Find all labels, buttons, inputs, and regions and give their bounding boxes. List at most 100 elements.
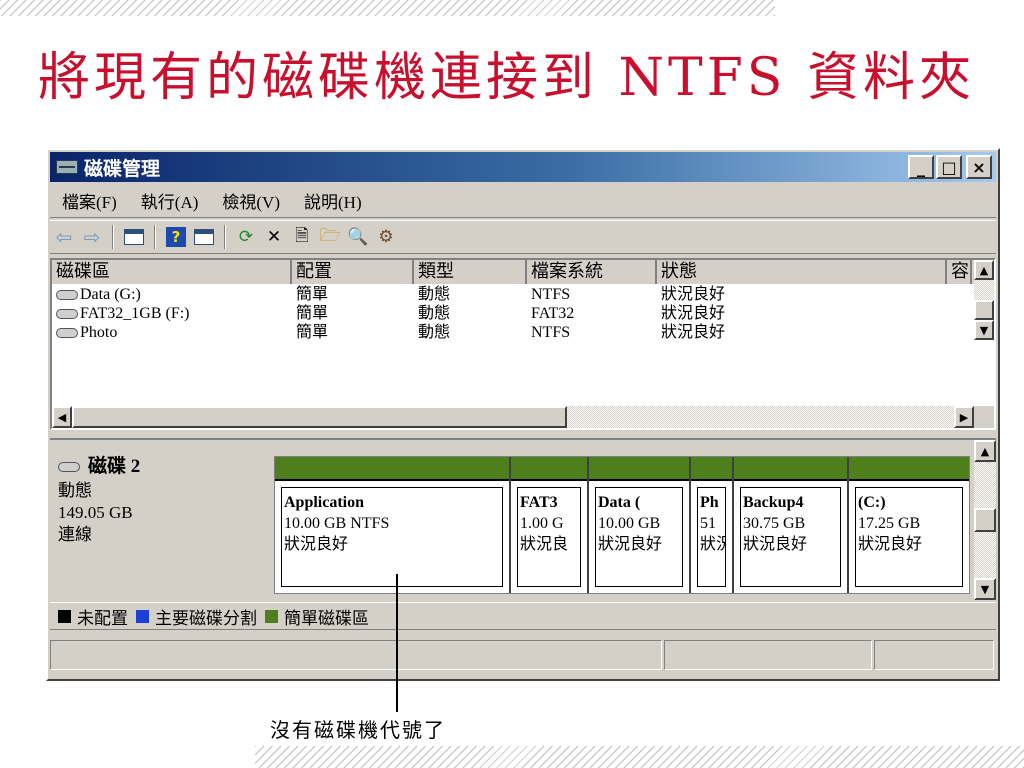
disk-size: 149.05 GB xyxy=(58,503,133,522)
drive-icon xyxy=(56,327,78,338)
partition-data[interactable]: Data ( 10.00 GB 狀況良好 xyxy=(589,457,691,593)
partition-status: 狀況良好 xyxy=(858,536,923,553)
partition-name: Ph xyxy=(700,494,719,511)
volume-list-vertical-scrollbar[interactable]: ▲ ▼ xyxy=(974,260,994,340)
window-icon[interactable] xyxy=(121,225,147,249)
disk-graph-pane: 磁碟 2 動態 149.05 GB 連線 Application 10.00 G… xyxy=(50,438,996,600)
refresh-icon[interactable]: ⟳ xyxy=(233,225,259,249)
volume-name: Photo xyxy=(80,324,118,341)
partition-detail: 30.75 GB xyxy=(743,515,806,532)
partition-fat32[interactable]: FAT3 1.00 G 狀況良 xyxy=(511,457,589,593)
volume-type: 動態 xyxy=(418,286,451,303)
volume-filesystem: NTFS xyxy=(531,286,571,303)
maximize-button[interactable]: □ xyxy=(936,155,962,179)
partition-detail: 1.00 G xyxy=(520,515,564,532)
drive-icon xyxy=(56,308,78,319)
minimize-button[interactable]: _ xyxy=(908,155,934,179)
partition-detail: 10.00 GB xyxy=(598,515,661,532)
scroll-down-icon[interactable]: ▼ xyxy=(974,578,996,600)
scroll-right-icon[interactable]: ▶ xyxy=(954,406,974,428)
settings-icon[interactable]: ⚙ xyxy=(373,225,399,249)
partition-status: 狀況良好 xyxy=(598,536,663,553)
menu-action[interactable]: 執行(A) xyxy=(129,188,211,213)
column-header-type[interactable]: 類型 xyxy=(414,260,527,284)
back-arrow-icon[interactable]: ⇦ xyxy=(51,225,77,249)
close-button[interactable]: × xyxy=(966,155,992,179)
partition-c[interactable]: (C:) 17.25 GB 狀況良好 xyxy=(849,457,969,593)
disk-state: 連線 xyxy=(58,525,92,544)
forward-arrow-icon[interactable]: ⇨ xyxy=(79,225,105,249)
volume-list: 磁碟區 配置 類型 檔案系統 狀態 容 Data (G:) 簡單 動態 NTFS… xyxy=(50,258,996,430)
properties-icon[interactable]: 🗎 xyxy=(289,225,315,249)
volume-row[interactable]: Photo 簡單 動態 NTFS 狀況良好 xyxy=(52,323,974,342)
partition-name: Data ( xyxy=(598,494,641,511)
legend-unallocated: 未配置 xyxy=(77,608,128,629)
partition-application[interactable]: Application 10.00 GB NTFS 狀況良好 xyxy=(275,457,511,593)
volume-filesystem: NTFS xyxy=(531,324,571,341)
title-bar[interactable]: 磁碟管理 _ □ × xyxy=(50,152,996,182)
column-header-status[interactable]: 狀態 xyxy=(657,260,947,284)
drive-icon xyxy=(56,289,78,300)
toolbar: ⇦ ⇨ ? ⟳ ✕ 🗎 🗁 🔍 ⚙ xyxy=(50,220,996,254)
menu-help[interactable]: 說明(H) xyxy=(292,188,374,213)
volume-status: 狀況良好 xyxy=(661,305,726,322)
volume-layout: 簡單 xyxy=(296,286,329,303)
volume-row[interactable]: Data (G:) 簡單 動態 NTFS 狀況良好 xyxy=(52,285,974,304)
scroll-thumb[interactable] xyxy=(72,406,567,428)
legend: 未配置 主要磁碟分割 簡單磁碟區 xyxy=(50,602,996,630)
help-icon[interactable]: ? xyxy=(163,225,189,249)
scroll-thumb[interactable] xyxy=(974,508,996,532)
legend-primary-partition: 主要磁碟分割 xyxy=(155,608,257,629)
column-header-layout[interactable]: 配置 xyxy=(292,260,414,284)
volume-list-horizontal-scrollbar[interactable]: ◀ ▶ xyxy=(52,406,974,428)
volume-list-header: 磁碟區 配置 類型 檔案系統 狀態 容 xyxy=(52,260,994,284)
disk-graph-vertical-scrollbar[interactable]: ▲ ▼ xyxy=(974,440,996,602)
volume-status: 狀況良好 xyxy=(661,324,726,341)
status-panel xyxy=(664,640,872,670)
partition-detail: 17.25 GB xyxy=(858,515,921,532)
scroll-left-icon[interactable]: ◀ xyxy=(52,406,72,428)
scroll-thumb[interactable] xyxy=(974,300,994,320)
partition-status: 狀況良好 xyxy=(284,536,349,553)
primary-partition-swatch xyxy=(136,609,149,623)
decorative-hatch-bottom xyxy=(255,746,1024,768)
window-title: 磁碟管理 xyxy=(84,157,161,180)
volume-layout: 簡單 xyxy=(296,324,329,341)
partition-photo[interactable]: Ph 51 狀況 xyxy=(691,457,734,593)
scroll-down-icon[interactable]: ▼ xyxy=(974,320,994,340)
open-folder-icon[interactable]: 🗁 xyxy=(317,225,343,249)
scroll-up-icon[interactable]: ▲ xyxy=(974,260,994,280)
status-bar xyxy=(50,638,996,672)
volume-type: 動態 xyxy=(418,324,451,341)
toolbar-separator xyxy=(154,225,156,249)
column-header-volume[interactable]: 磁碟區 xyxy=(52,260,292,284)
toolbar-separator xyxy=(112,225,114,249)
unallocated-swatch xyxy=(58,609,71,623)
menu-view[interactable]: 檢視(V) xyxy=(210,188,292,213)
volume-name: FAT32_1GB (F:) xyxy=(80,305,190,322)
partition-name: Backup4 xyxy=(743,494,804,511)
slide-title: 將現有的磁碟機連接到 NTFS 資料夾 xyxy=(38,48,975,108)
partition-name: (C:) xyxy=(858,494,886,511)
scroll-up-icon[interactable]: ▲ xyxy=(974,440,996,462)
volume-row[interactable]: FAT32_1GB (F:) 簡單 動態 FAT32 狀況良好 xyxy=(52,304,974,323)
disk-info[interactable]: 磁碟 2 動態 149.05 GB 連線 xyxy=(58,456,268,546)
delete-icon[interactable]: ✕ xyxy=(261,225,287,249)
menu-bar: 檔案(F) 執行(A) 檢視(V) 說明(H) xyxy=(50,184,996,218)
legend-simple-volume: 簡單磁碟區 xyxy=(284,608,369,629)
partition-status: 狀況良好 xyxy=(743,536,808,553)
partition-backup[interactable]: Backup4 30.75 GB 狀況良好 xyxy=(734,457,849,593)
column-header-filesystem[interactable]: 檔案系統 xyxy=(527,260,657,284)
menu-file[interactable]: 檔案(F) xyxy=(50,188,129,213)
volume-status: 狀況良好 xyxy=(661,286,726,303)
partition-status: 狀況 xyxy=(700,536,725,553)
volume-name: Data (G:) xyxy=(80,286,141,303)
toolbar-separator xyxy=(224,225,226,249)
volume-filesystem: FAT32 xyxy=(531,305,575,322)
simple-volume-swatch xyxy=(265,609,278,623)
window-icon[interactable] xyxy=(191,225,217,249)
column-header-capacity[interactable]: 容 xyxy=(947,260,972,284)
partition-name: Application xyxy=(284,494,365,511)
decorative-hatch-top xyxy=(0,0,775,16)
search-icon[interactable]: 🔍 xyxy=(345,225,371,249)
